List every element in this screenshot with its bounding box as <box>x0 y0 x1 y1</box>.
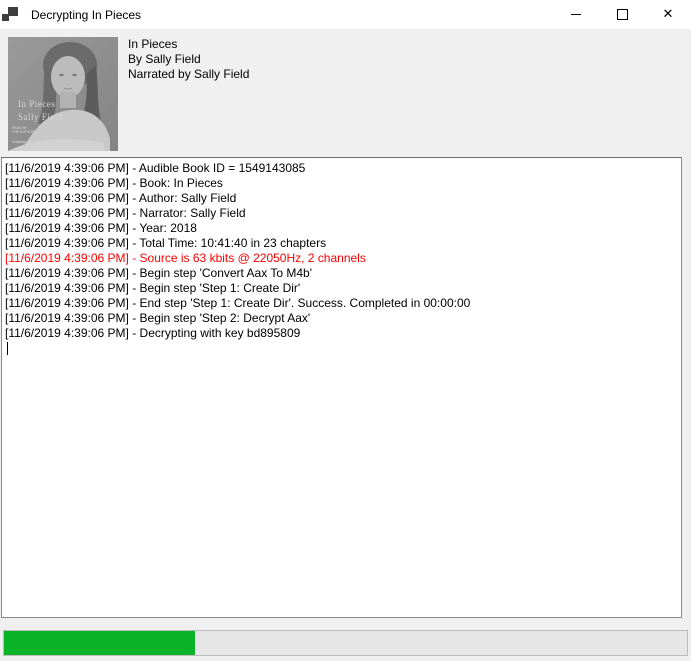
log-line: [11/6/2019 4:39:06 PM] - Book: In Pieces <box>5 176 678 191</box>
maximize-button[interactable] <box>599 0 645 29</box>
progress-fill <box>4 631 195 655</box>
cover-badge-line3: Unabridged <box>12 140 30 144</box>
close-button[interactable]: ✕ <box>645 0 691 29</box>
log-line: [11/6/2019 4:39:06 PM] - Begin step 'Con… <box>5 266 678 281</box>
book-title: In Pieces <box>128 37 249 52</box>
log-line: [11/6/2019 4:39:06 PM] - Narrator: Sally… <box>5 206 678 221</box>
cover-badge-line2: THE AUTHOR <box>12 130 35 134</box>
log-textbox[interactable]: [11/6/2019 4:39:06 PM] - Audible Book ID… <box>1 157 682 618</box>
app-icon <box>2 6 19 23</box>
titlebar[interactable]: Decrypting In Pieces ✕ <box>0 0 691 29</box>
log-lines: [11/6/2019 4:39:06 PM] - Audible Book ID… <box>5 161 678 341</box>
log-line: [11/6/2019 4:39:06 PM] - Begin step 'Ste… <box>5 281 678 296</box>
log-line: [11/6/2019 4:39:06 PM] - Begin step 'Ste… <box>5 311 678 326</box>
window-title: Decrypting In Pieces <box>31 8 141 22</box>
cover-author-text: Sally Field <box>18 112 63 122</box>
log-line: [11/6/2019 4:39:06 PM] - End step 'Step … <box>5 296 678 311</box>
log-line: [11/6/2019 4:39:06 PM] - Year: 2018 <box>5 221 678 236</box>
window-controls: ✕ <box>553 0 691 29</box>
close-icon: ✕ <box>663 8 674 21</box>
log-line: [11/6/2019 4:39:06 PM] - Total Time: 10:… <box>5 236 678 251</box>
log-line: [11/6/2019 4:39:06 PM] - Audible Book ID… <box>5 161 678 176</box>
text-caret <box>7 342 8 355</box>
maximize-icon <box>617 9 628 20</box>
book-cover-image: In Pieces Sally Field READ BY THE AUTHOR… <box>8 37 118 151</box>
progress-bar <box>3 630 688 656</box>
log-line: [11/6/2019 4:39:06 PM] - Decrypting with… <box>5 326 678 341</box>
minimize-icon <box>571 14 581 15</box>
log-line: [11/6/2019 4:39:06 PM] - Source is 63 kb… <box>5 251 678 266</box>
cover-portrait-face <box>51 56 85 98</box>
app-window: Decrypting In Pieces ✕ <box>0 0 691 661</box>
book-info: In Pieces By Sally Field Narrated by Sal… <box>128 37 249 82</box>
book-author: By Sally Field <box>128 52 249 67</box>
minimize-button[interactable] <box>553 0 599 29</box>
log-line: [11/6/2019 4:39:06 PM] - Author: Sally F… <box>5 191 678 206</box>
cover-title-text: In Pieces <box>18 99 55 109</box>
book-narrator: Narrated by Sally Field <box>128 67 249 82</box>
